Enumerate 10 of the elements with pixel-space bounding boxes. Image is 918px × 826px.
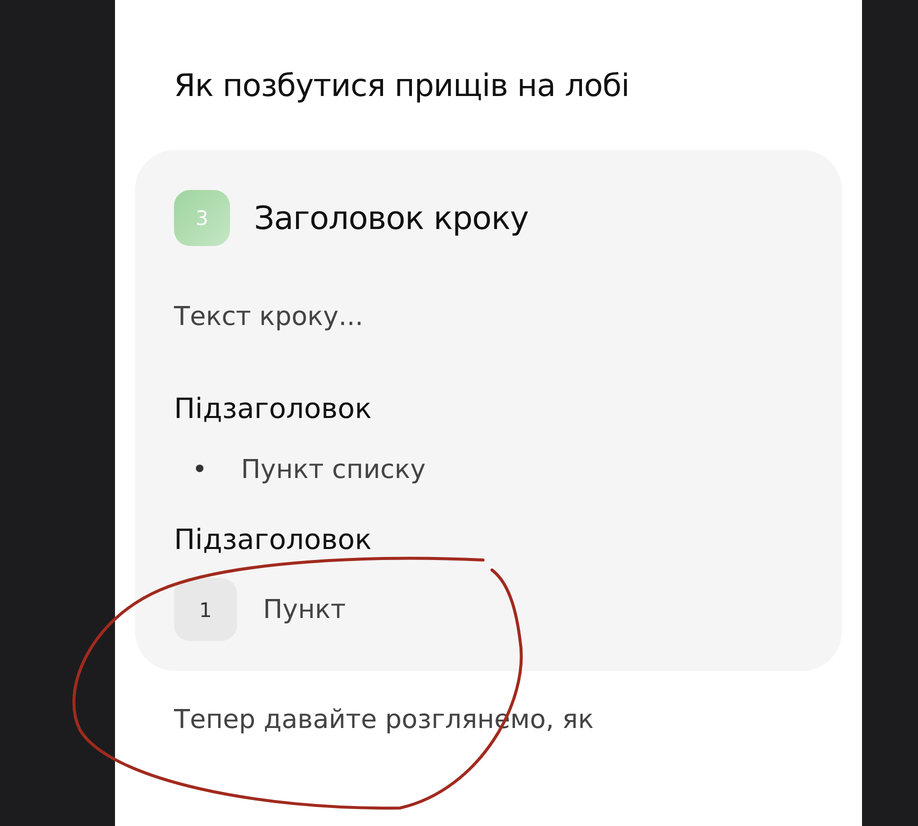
step-title: Заголовок кроку bbox=[254, 199, 528, 237]
bullet-icon: • bbox=[174, 455, 241, 485]
step-text: Текст кроку... bbox=[174, 302, 364, 332]
list-item: Пункт списку bbox=[241, 455, 426, 485]
step-number-badge: 3 bbox=[174, 190, 230, 246]
subheading: Підзаголовок bbox=[174, 523, 373, 556]
article-title: Як позбутися прищів на лобі bbox=[174, 68, 630, 104]
list-item: Пункт bbox=[263, 594, 346, 624]
item-number-badge: 1 bbox=[174, 578, 237, 641]
subheading: Підзаголовок bbox=[174, 392, 373, 425]
